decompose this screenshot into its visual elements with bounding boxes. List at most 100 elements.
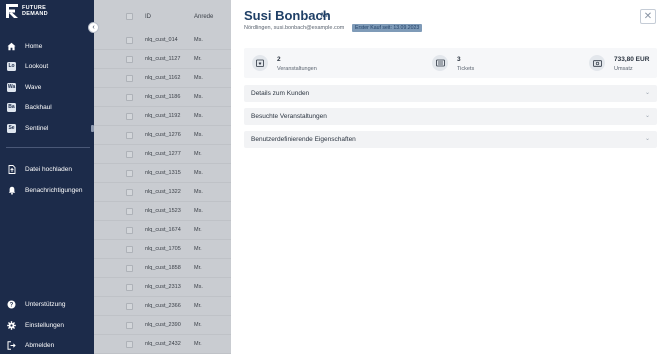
sidebar-item-label: Abmelden bbox=[25, 341, 55, 349]
table-row[interactable]: nlq_cust_1192 Ms. bbox=[94, 107, 231, 126]
cell-id: nlq_cust_1674 bbox=[145, 227, 181, 233]
table-row[interactable]: nlq_cust_1277 Mr. bbox=[94, 145, 231, 164]
chevron-down-icon: ⌄ bbox=[645, 113, 651, 119]
sidebar-item-lookout[interactable]: Lo Lookout bbox=[0, 58, 94, 74]
cell-id: nlq_cust_2432 bbox=[145, 341, 181, 347]
row-checkbox[interactable] bbox=[126, 227, 133, 234]
row-checkbox[interactable] bbox=[126, 113, 133, 120]
select-all-checkbox[interactable] bbox=[126, 13, 133, 20]
table-row[interactable]: nlq_cust_1858 Mr. bbox=[94, 259, 231, 278]
row-checkbox[interactable] bbox=[126, 303, 133, 310]
customer-salutation: Mr. bbox=[321, 13, 330, 19]
cell-id: nlq_cust_1162 bbox=[145, 75, 181, 81]
upload-file-icon bbox=[7, 164, 16, 174]
sidebar: FUTURE DEMAND Home Lo Lookout Wa Wave Ba… bbox=[0, 0, 94, 354]
chevron-left-icon: ‹ bbox=[92, 24, 95, 31]
row-checkbox[interactable] bbox=[126, 246, 133, 253]
row-checkbox[interactable] bbox=[126, 132, 133, 139]
row-checkbox[interactable] bbox=[126, 37, 133, 44]
sidebar-item-logout[interactable]: Abmelden bbox=[0, 337, 94, 353]
sidebar-item-label: Backhaul bbox=[25, 103, 52, 111]
event-icon bbox=[252, 55, 268, 71]
logout-icon bbox=[7, 340, 16, 350]
cell-salutation: Ms. bbox=[194, 170, 203, 176]
table-row[interactable]: nlq_cust_2313 Ms. bbox=[94, 278, 231, 297]
table-row[interactable]: nlq_cust_1322 Ms. bbox=[94, 183, 231, 202]
row-checkbox[interactable] bbox=[126, 208, 133, 215]
table-row[interactable]: nlq_cust_1276 Ms. bbox=[94, 126, 231, 145]
sidebar-item-label: Benachrichtigungen bbox=[25, 186, 83, 194]
accordion-title: Besuchte Veranstaltungen bbox=[251, 113, 327, 120]
bell-icon bbox=[7, 186, 16, 195]
column-header-salutation[interactable]: Anrede bbox=[194, 14, 213, 20]
row-checkbox[interactable] bbox=[126, 284, 133, 291]
sidebar-collapse-button[interactable]: ‹ bbox=[88, 22, 99, 33]
row-checkbox[interactable] bbox=[126, 189, 133, 196]
sidebar-item-sentinel[interactable]: Se Sentinel bbox=[0, 120, 94, 136]
sentinel-app-icon: Se bbox=[7, 123, 16, 133]
cell-id: nlq_cust_1186 bbox=[145, 94, 181, 100]
accordion-visited-events[interactable]: Besuchte Veranstaltungen ⌄ bbox=[244, 108, 657, 125]
table-row[interactable]: nlq_cust_1315 Ms. bbox=[94, 164, 231, 183]
cell-salutation: Ms. bbox=[194, 75, 203, 81]
logo[interactable]: FUTURE DEMAND bbox=[6, 4, 48, 18]
row-checkbox[interactable] bbox=[126, 56, 133, 63]
cell-salutation: Ms. bbox=[194, 37, 203, 43]
table-row[interactable]: nlq_cust_1186 Ms. bbox=[94, 88, 231, 107]
cell-salutation: Ms. bbox=[194, 113, 203, 119]
sidebar-item-upload[interactable]: Datei hochladen bbox=[0, 161, 94, 177]
cell-id: nlq_cust_014 bbox=[145, 37, 178, 43]
home-icon bbox=[7, 42, 16, 51]
row-checkbox[interactable] bbox=[126, 265, 133, 272]
cell-id: nlq_cust_1315 bbox=[145, 170, 181, 176]
sidebar-item-backhaul[interactable]: Ba Backhaul bbox=[0, 99, 94, 115]
table-row[interactable]: nlq_cust_1674 Mr. bbox=[94, 221, 231, 240]
accordion-title: Benutzerdefinierende Eigenschaften bbox=[251, 136, 356, 143]
stat-label: Umsatz bbox=[614, 66, 633, 72]
table-row[interactable]: nlq_cust_1127 Mr. bbox=[94, 50, 231, 69]
row-checkbox[interactable] bbox=[126, 75, 133, 82]
table-row[interactable]: nlq_cust_2432 Mr. bbox=[94, 335, 231, 354]
stat-value: 733,80 EUR bbox=[614, 56, 650, 63]
svg-text:?: ? bbox=[10, 302, 14, 308]
table-row[interactable]: nlq_cust_014 Ms. bbox=[94, 31, 231, 50]
sidebar-item-label: Unterstützung bbox=[25, 300, 66, 308]
column-header-id[interactable]: ID bbox=[145, 14, 151, 20]
row-checkbox[interactable] bbox=[126, 341, 133, 348]
table-row[interactable]: nlq_cust_2366 Mr. bbox=[94, 297, 231, 316]
ticket-icon bbox=[432, 55, 448, 71]
accordion-custom-properties[interactable]: Benutzerdefinierende Eigenschaften ⌄ bbox=[244, 131, 657, 148]
chevron-down-icon: ⌄ bbox=[645, 90, 651, 96]
cell-id: nlq_cust_1276 bbox=[145, 132, 181, 138]
row-checkbox[interactable] bbox=[126, 94, 133, 101]
stat-revenue: 733,80 EUR Umsatz bbox=[587, 48, 657, 78]
sidebar-item-label: Wave bbox=[25, 83, 42, 91]
row-checkbox[interactable] bbox=[126, 151, 133, 158]
cell-salutation: Mr. bbox=[194, 246, 202, 252]
cell-salutation: Ms. bbox=[194, 189, 203, 195]
table-row[interactable]: nlq_cust_2390 Mr. bbox=[94, 316, 231, 335]
cell-id: nlq_cust_1192 bbox=[145, 113, 181, 119]
sidebar-item-label: Lookout bbox=[25, 62, 49, 70]
cell-id: nlq_cust_1705 bbox=[145, 246, 181, 252]
backhaul-app-icon: Ba bbox=[7, 102, 16, 112]
cell-salutation: Ms. bbox=[194, 132, 203, 138]
cell-salutation: Ms. bbox=[194, 284, 203, 290]
row-checkbox[interactable] bbox=[126, 170, 133, 177]
sidebar-item-notifications[interactable]: Benachrichtigungen bbox=[0, 182, 94, 198]
money-icon bbox=[589, 55, 605, 71]
sidebar-item-wave[interactable]: Wa Wave bbox=[0, 79, 94, 95]
table-row[interactable]: nlq_cust_1705 Mr. bbox=[94, 240, 231, 259]
sidebar-item-support[interactable]: ? Unterstützung bbox=[0, 296, 94, 312]
sidebar-item-home[interactable]: Home bbox=[0, 38, 94, 54]
table-row[interactable]: nlq_cust_1162 Ms. bbox=[94, 69, 231, 88]
logo-line-2: DEMAND bbox=[22, 11, 48, 17]
accordion-customer-details[interactable]: Details zum Kunden ⌄ bbox=[244, 85, 657, 102]
close-button[interactable]: ✕ bbox=[640, 9, 656, 24]
row-checkbox[interactable] bbox=[126, 322, 133, 329]
close-icon: ✕ bbox=[643, 11, 653, 22]
table-row[interactable]: nlq_cust_1523 Ms. bbox=[94, 202, 231, 221]
cell-id: nlq_cust_1277 bbox=[145, 151, 181, 157]
cell-id: nlq_cust_1127 bbox=[145, 56, 181, 62]
sidebar-item-settings[interactable]: Einstellungen bbox=[0, 317, 94, 333]
